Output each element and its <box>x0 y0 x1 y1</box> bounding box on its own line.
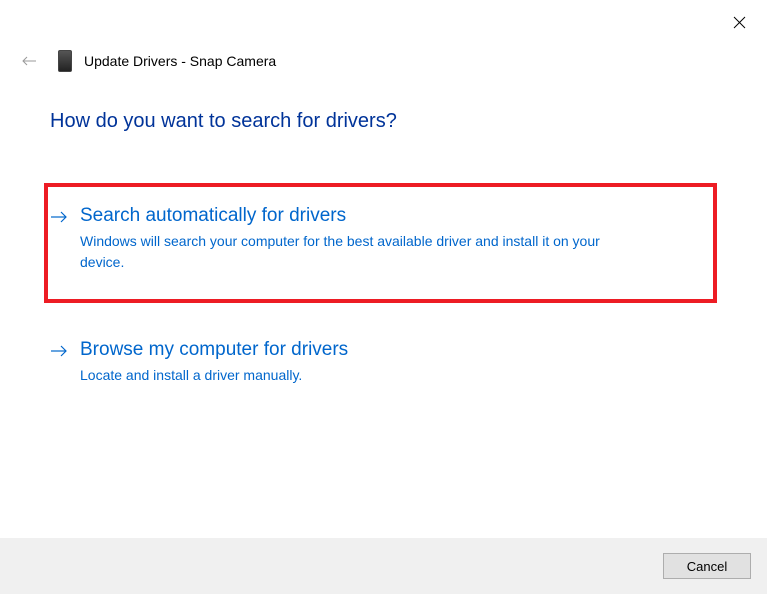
cancel-button[interactable]: Cancel <box>663 553 751 579</box>
content: How do you want to search for drivers? S… <box>50 110 717 400</box>
highlight-annotation: Search automatically for drivers Windows… <box>44 183 717 303</box>
option-search-automatically[interactable]: Search automatically for drivers Windows… <box>50 199 707 287</box>
back-arrow-icon[interactable] <box>20 55 38 67</box>
header: Update Drivers - Snap Camera <box>20 50 276 72</box>
option-description: Windows will search your computer for th… <box>80 231 640 273</box>
option-description: Locate and install a driver manually. <box>80 365 640 386</box>
footer: Cancel <box>0 538 767 594</box>
option-text: Browse my computer for drivers Locate an… <box>80 339 717 386</box>
close-button[interactable] <box>729 12 749 32</box>
option-title: Search automatically for drivers <box>80 205 707 227</box>
page-title: Update Drivers - Snap Camera <box>84 53 276 69</box>
device-icon <box>58 50 72 72</box>
arrow-right-icon <box>50 208 68 229</box>
arrow-right-icon <box>50 342 68 363</box>
question-heading: How do you want to search for drivers? <box>50 110 717 133</box>
option-browse-computer[interactable]: Browse my computer for drivers Locate an… <box>50 333 717 400</box>
option-title: Browse my computer for drivers <box>80 339 717 361</box>
option-text: Search automatically for drivers Windows… <box>80 205 707 273</box>
